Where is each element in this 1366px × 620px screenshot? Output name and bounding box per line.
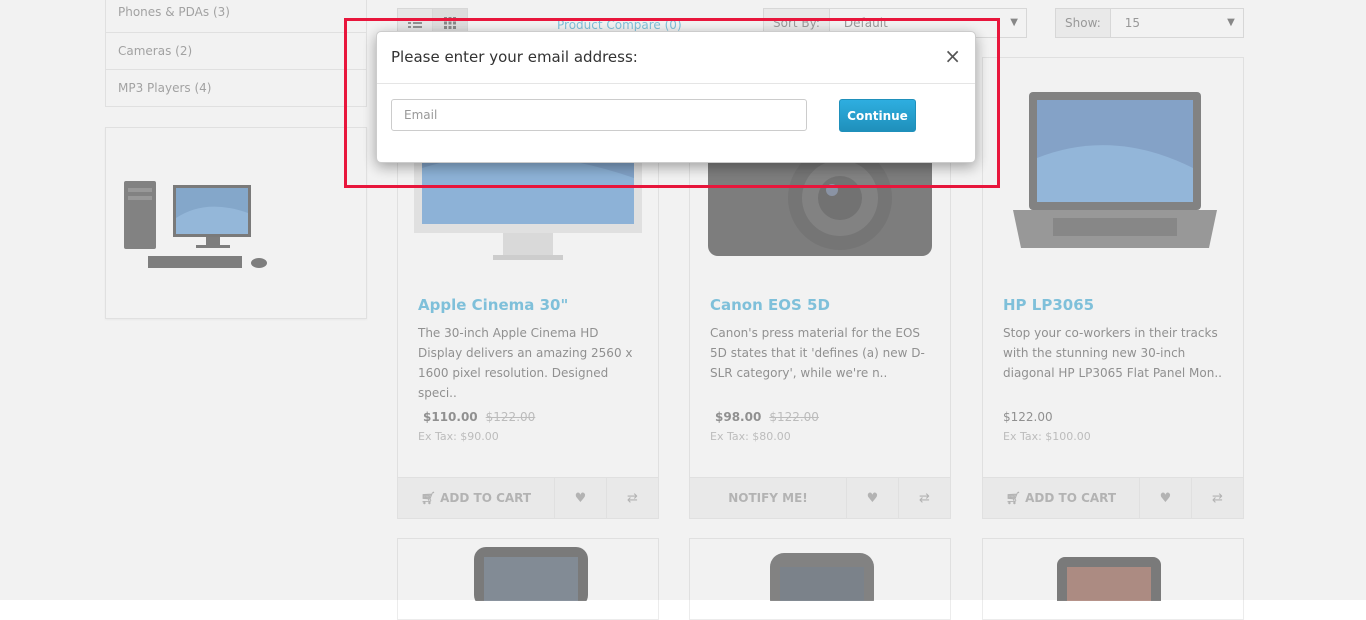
email-field[interactable]	[391, 99, 807, 131]
close-icon[interactable]: ×	[944, 46, 961, 66]
modal-title: Please enter your email address:	[391, 48, 638, 66]
modal-header: Please enter your email address: ×	[377, 32, 975, 84]
continue-button[interactable]: Continue	[839, 99, 916, 132]
email-modal: Please enter your email address: × Conti…	[376, 31, 976, 163]
